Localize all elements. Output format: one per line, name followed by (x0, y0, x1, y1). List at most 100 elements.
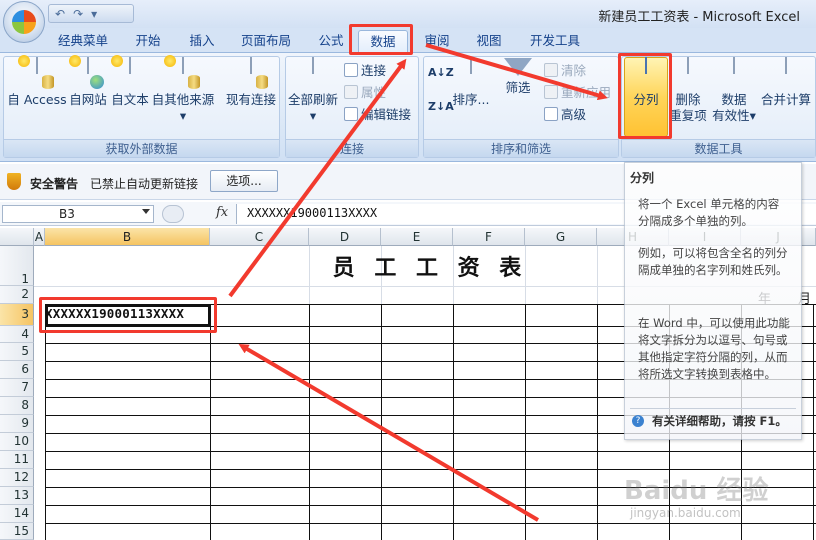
column-header-f[interactable]: F (453, 228, 525, 246)
office-button[interactable] (3, 1, 45, 43)
row-header-15[interactable]: 15 (0, 523, 34, 540)
validation-label-2: 有效性 (712, 108, 750, 123)
insert-function-icon[interactable]: fx (216, 205, 228, 220)
consolidate-button[interactable]: 合并计算 (758, 57, 814, 108)
tooltip-help-text: 有关详细帮助，请按 F1。 (652, 414, 787, 428)
tab-developer[interactable]: 开发工具 (520, 30, 590, 52)
properties-button[interactable]: 属性 (344, 82, 386, 101)
tooltip-paragraph-2: 例如，可以将包含全名的列分隔成单独的名字列和姓氏列。 (638, 246, 788, 277)
advanced-filter-icon (544, 106, 558, 121)
row-header-13[interactable]: 13 (0, 487, 34, 505)
security-options-button[interactable]: 选项... (210, 170, 278, 192)
office-logo-icon (12, 10, 36, 34)
edit-links-button[interactable]: 编辑链接 (344, 104, 411, 123)
from-access-label: 自 Access (7, 92, 67, 107)
table-border (813, 304, 814, 540)
row-header-8[interactable]: 8 (0, 397, 34, 415)
column-header-e[interactable]: E (381, 228, 453, 246)
column-header-b[interactable]: B (45, 228, 210, 246)
annotation-box-text-to-columns (618, 53, 672, 139)
row-header-9[interactable]: 9 (0, 415, 34, 433)
row-header-1[interactable]: 1 (0, 246, 34, 286)
security-warning-title: 安全警告 (30, 177, 79, 191)
properties-label: 属性 (361, 85, 387, 100)
sort-label: 排序... (452, 92, 490, 107)
select-all-corner[interactable] (0, 228, 34, 246)
name-box[interactable]: B3 (2, 205, 154, 223)
chevron-down-icon: ▾ (309, 108, 317, 123)
group-label-connections: 连接 (286, 139, 418, 157)
row-header-4[interactable]: 4 (0, 326, 34, 343)
refresh-all-label: 全部刷新 (287, 92, 338, 107)
table-border (45, 304, 46, 540)
advanced-label: 高级 (561, 107, 587, 122)
refresh-all-button[interactable]: 全部刷新 ▾ (286, 57, 340, 124)
tab-formulas[interactable]: 公式 (310, 30, 352, 52)
connections-button[interactable]: 连接 (344, 60, 386, 79)
table-border (381, 304, 382, 540)
remove-duplicates-icon (673, 57, 703, 88)
row-header-11[interactable]: 11 (0, 451, 34, 469)
row-header-3[interactable]: 3 (0, 304, 34, 326)
data-validation-icon (719, 57, 749, 88)
reapply-button[interactable]: 重新应用 (544, 82, 611, 101)
table-border (525, 304, 526, 540)
tab-classic-menu[interactable]: 经典菜单 (52, 30, 114, 52)
formula-bar-expand-handle[interactable] (162, 205, 184, 223)
connections-label: 连接 (361, 63, 387, 78)
filter-funnel-icon (504, 58, 532, 76)
from-text-label: 自文本 (111, 92, 149, 107)
advanced-button[interactable]: 高级 (544, 104, 586, 123)
row-header-7[interactable]: 7 (0, 379, 34, 397)
table-border (45, 523, 816, 524)
chevron-down-icon[interactable] (142, 209, 150, 214)
annotation-box-cell-b3 (39, 297, 217, 333)
sort-dialog-icon (456, 57, 486, 88)
clear-button[interactable]: 清除 (544, 60, 586, 79)
tab-page-layout[interactable]: 页面布局 (232, 30, 300, 52)
from-web-button[interactable]: 自网站 (66, 55, 110, 108)
column-header-g[interactable]: G (525, 228, 597, 246)
tooltip-paragraph-1: 将一个 Excel 单元格的内容分隔成多个单独的列。 (638, 197, 780, 228)
clear-filter-icon (544, 62, 558, 77)
from-other-sources-button[interactable]: 自其他来源 ▾ (150, 55, 216, 124)
help-icon: ? (632, 415, 644, 427)
row-header-10[interactable]: 10 (0, 433, 34, 451)
sort-button[interactable]: 排序... (450, 57, 492, 108)
column-header-a[interactable]: A (34, 228, 45, 246)
group-label-external-data: 获取外部数据 (4, 139, 279, 157)
row-header-12[interactable]: 12 (0, 469, 34, 487)
from-text-button[interactable]: 自文本 (110, 55, 150, 108)
existing-connections-button[interactable]: 现有连接 (222, 57, 280, 108)
table-border (453, 304, 454, 540)
tab-review[interactable]: 审阅 (416, 30, 458, 52)
filter-button[interactable]: 筛选 (498, 58, 538, 96)
column-header-c[interactable]: C (210, 228, 309, 246)
data-validation-button[interactable]: 数据 有效性▾ (712, 57, 756, 124)
gridline (309, 246, 310, 304)
sheet-title-cell[interactable]: 员 工 工 资 表 (330, 250, 530, 282)
column-header-d[interactable]: D (309, 228, 381, 246)
validation-label-1: 数据 (721, 92, 747, 107)
web-globe-icon (69, 55, 104, 89)
row-header-5[interactable]: 5 (0, 343, 34, 361)
edit-links-icon (344, 106, 358, 121)
consolidate-icon (771, 57, 801, 88)
existing-connections-label: 现有连接 (225, 92, 276, 107)
tab-insert[interactable]: 插入 (180, 30, 224, 52)
row-header-6[interactable]: 6 (0, 361, 34, 379)
edit-links-label: 编辑链接 (361, 107, 412, 122)
row-header-14[interactable]: 14 (0, 505, 34, 523)
window-title: 新建员工工资表 - Microsoft Excel (598, 10, 800, 25)
tab-view[interactable]: 视图 (468, 30, 510, 52)
table-border (597, 304, 598, 540)
from-access-button[interactable]: 自 Access (6, 55, 68, 108)
properties-icon (344, 84, 358, 99)
watermark-url: jingyan.baidu.com (630, 506, 741, 520)
row-header-2[interactable]: 2 (0, 286, 34, 304)
group-label-data-tools: 数据工具 (622, 139, 815, 157)
existing-connections-icon (236, 57, 268, 89)
remove-duplicates-button[interactable]: 删除 重复项 (668, 57, 708, 124)
chevron-down-icon: ▾ (749, 108, 756, 123)
tab-home[interactable]: 开始 (126, 30, 170, 52)
